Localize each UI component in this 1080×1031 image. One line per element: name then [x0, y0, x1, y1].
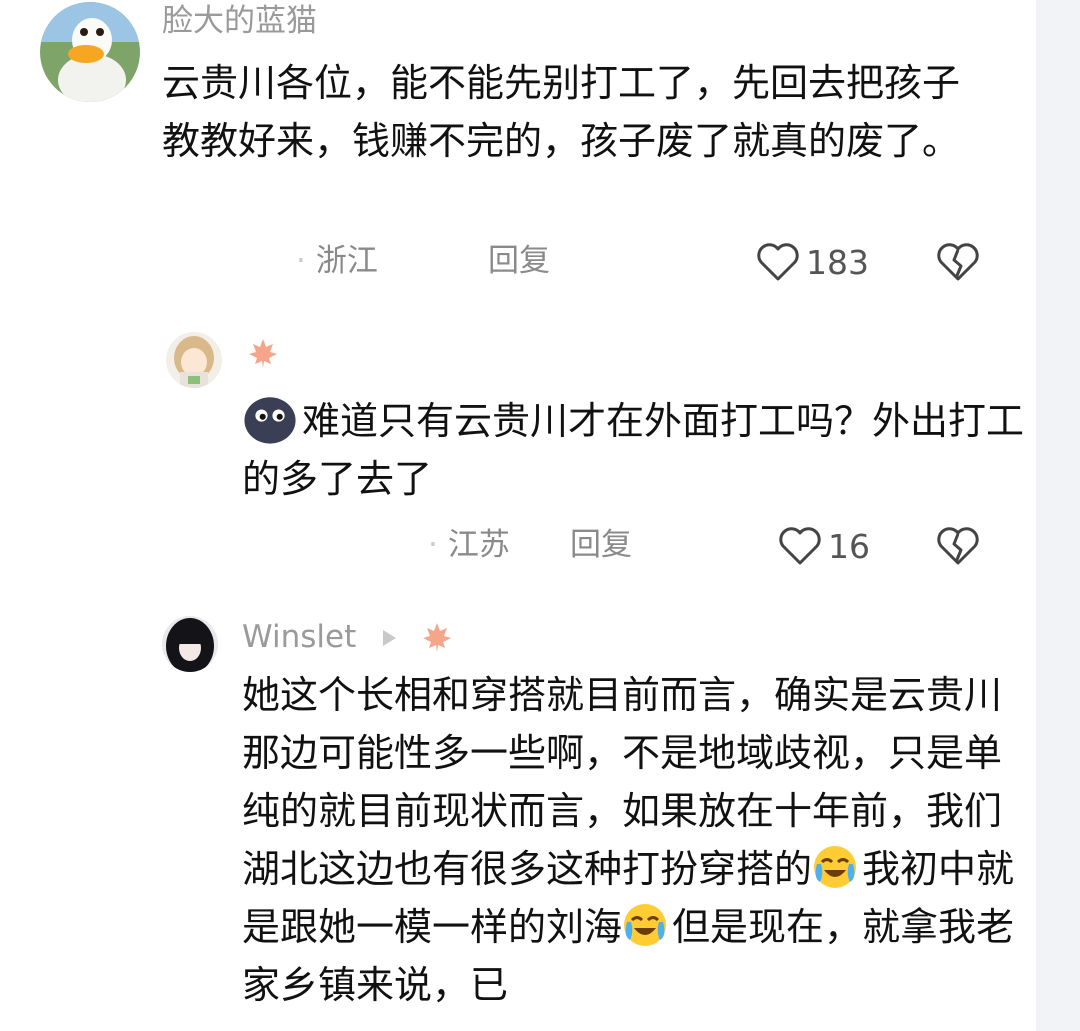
- reply-text: 她这个长相和穿搭就目前而言，确实是云贵川那边可能性多一些啊，不是地域歧视，只是单…: [242, 673, 1015, 1007]
- broken-heart-icon: [937, 243, 979, 281]
- play-arrow-icon: [383, 630, 396, 646]
- avatar-dark-girl[interactable]: [162, 616, 218, 672]
- heart-outline-icon: [757, 243, 799, 281]
- reply-username[interactable]: Winslet: [242, 622, 356, 653]
- dislike-button[interactable]: [936, 242, 980, 282]
- dislike-button[interactable]: [936, 526, 980, 566]
- like-button[interactable]: 183: [756, 242, 869, 282]
- crying-laughing-emoji: [624, 904, 667, 946]
- maple-leaf-icon: [420, 620, 454, 654]
- like-button[interactable]: 16: [778, 526, 870, 566]
- reply-text: 难道只有云贵川才在外面打工吗？外出打工的多了去了: [242, 390, 1032, 508]
- broken-heart-icon: [937, 527, 979, 565]
- heart-outline-icon: [779, 527, 821, 565]
- reply-button[interactable]: 回复: [488, 246, 550, 277]
- avatar-duck[interactable]: [40, 2, 140, 102]
- reply-location: · 江苏: [428, 527, 510, 563]
- avatar-anime-girl[interactable]: [166, 332, 222, 388]
- dark-blob-emoji: [244, 397, 296, 444]
- like-count: 183: [806, 242, 869, 282]
- crying-laughing-emoji: [814, 846, 857, 888]
- like-count: 16: [828, 526, 870, 566]
- comment-username[interactable]: 脸大的蓝猫: [162, 6, 317, 37]
- reply-button[interactable]: 回复: [570, 530, 632, 561]
- maple-leaf-icon: [246, 336, 280, 370]
- right-edge-strip: [1036, 0, 1080, 1031]
- comment-text: 云贵川各位，能不能先别打工了，先回去把孩子教教好来，钱赚不完的，孩子废了就真的废…: [162, 61, 961, 163]
- comment-location: · 浙江: [296, 243, 378, 279]
